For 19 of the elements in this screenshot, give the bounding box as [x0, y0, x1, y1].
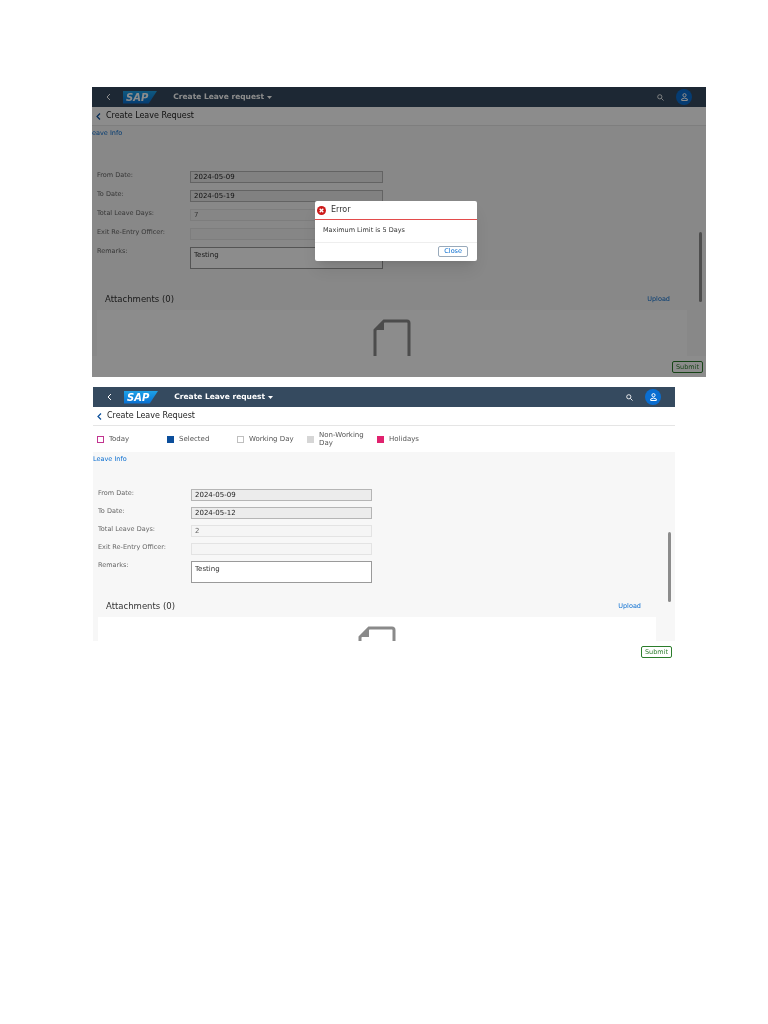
search-icon[interactable]	[657, 93, 664, 101]
back-icon[interactable]	[97, 412, 102, 420]
scrollbar	[668, 532, 671, 602]
back-icon[interactable]	[96, 112, 101, 120]
caret-icon[interactable]	[268, 395, 274, 399]
logo: SAP	[124, 390, 159, 404]
page-title: Create Leave Request	[106, 110, 194, 122]
user-avatar[interactable]	[645, 389, 661, 405]
attachments-heading: Attachments (0)	[106, 600, 175, 614]
user-avatar[interactable]	[676, 89, 692, 105]
logo: SAP	[123, 90, 158, 104]
person-icon	[680, 93, 688, 101]
search-icon[interactable]	[626, 393, 633, 401]
person-icon	[649, 393, 657, 401]
document-icon	[373, 318, 411, 356]
caret-icon[interactable]	[267, 95, 273, 99]
scrollbar	[699, 232, 702, 302]
attachments-heading: Attachments (0)	[105, 293, 174, 307]
page-title: Create Leave Request	[107, 410, 195, 422]
